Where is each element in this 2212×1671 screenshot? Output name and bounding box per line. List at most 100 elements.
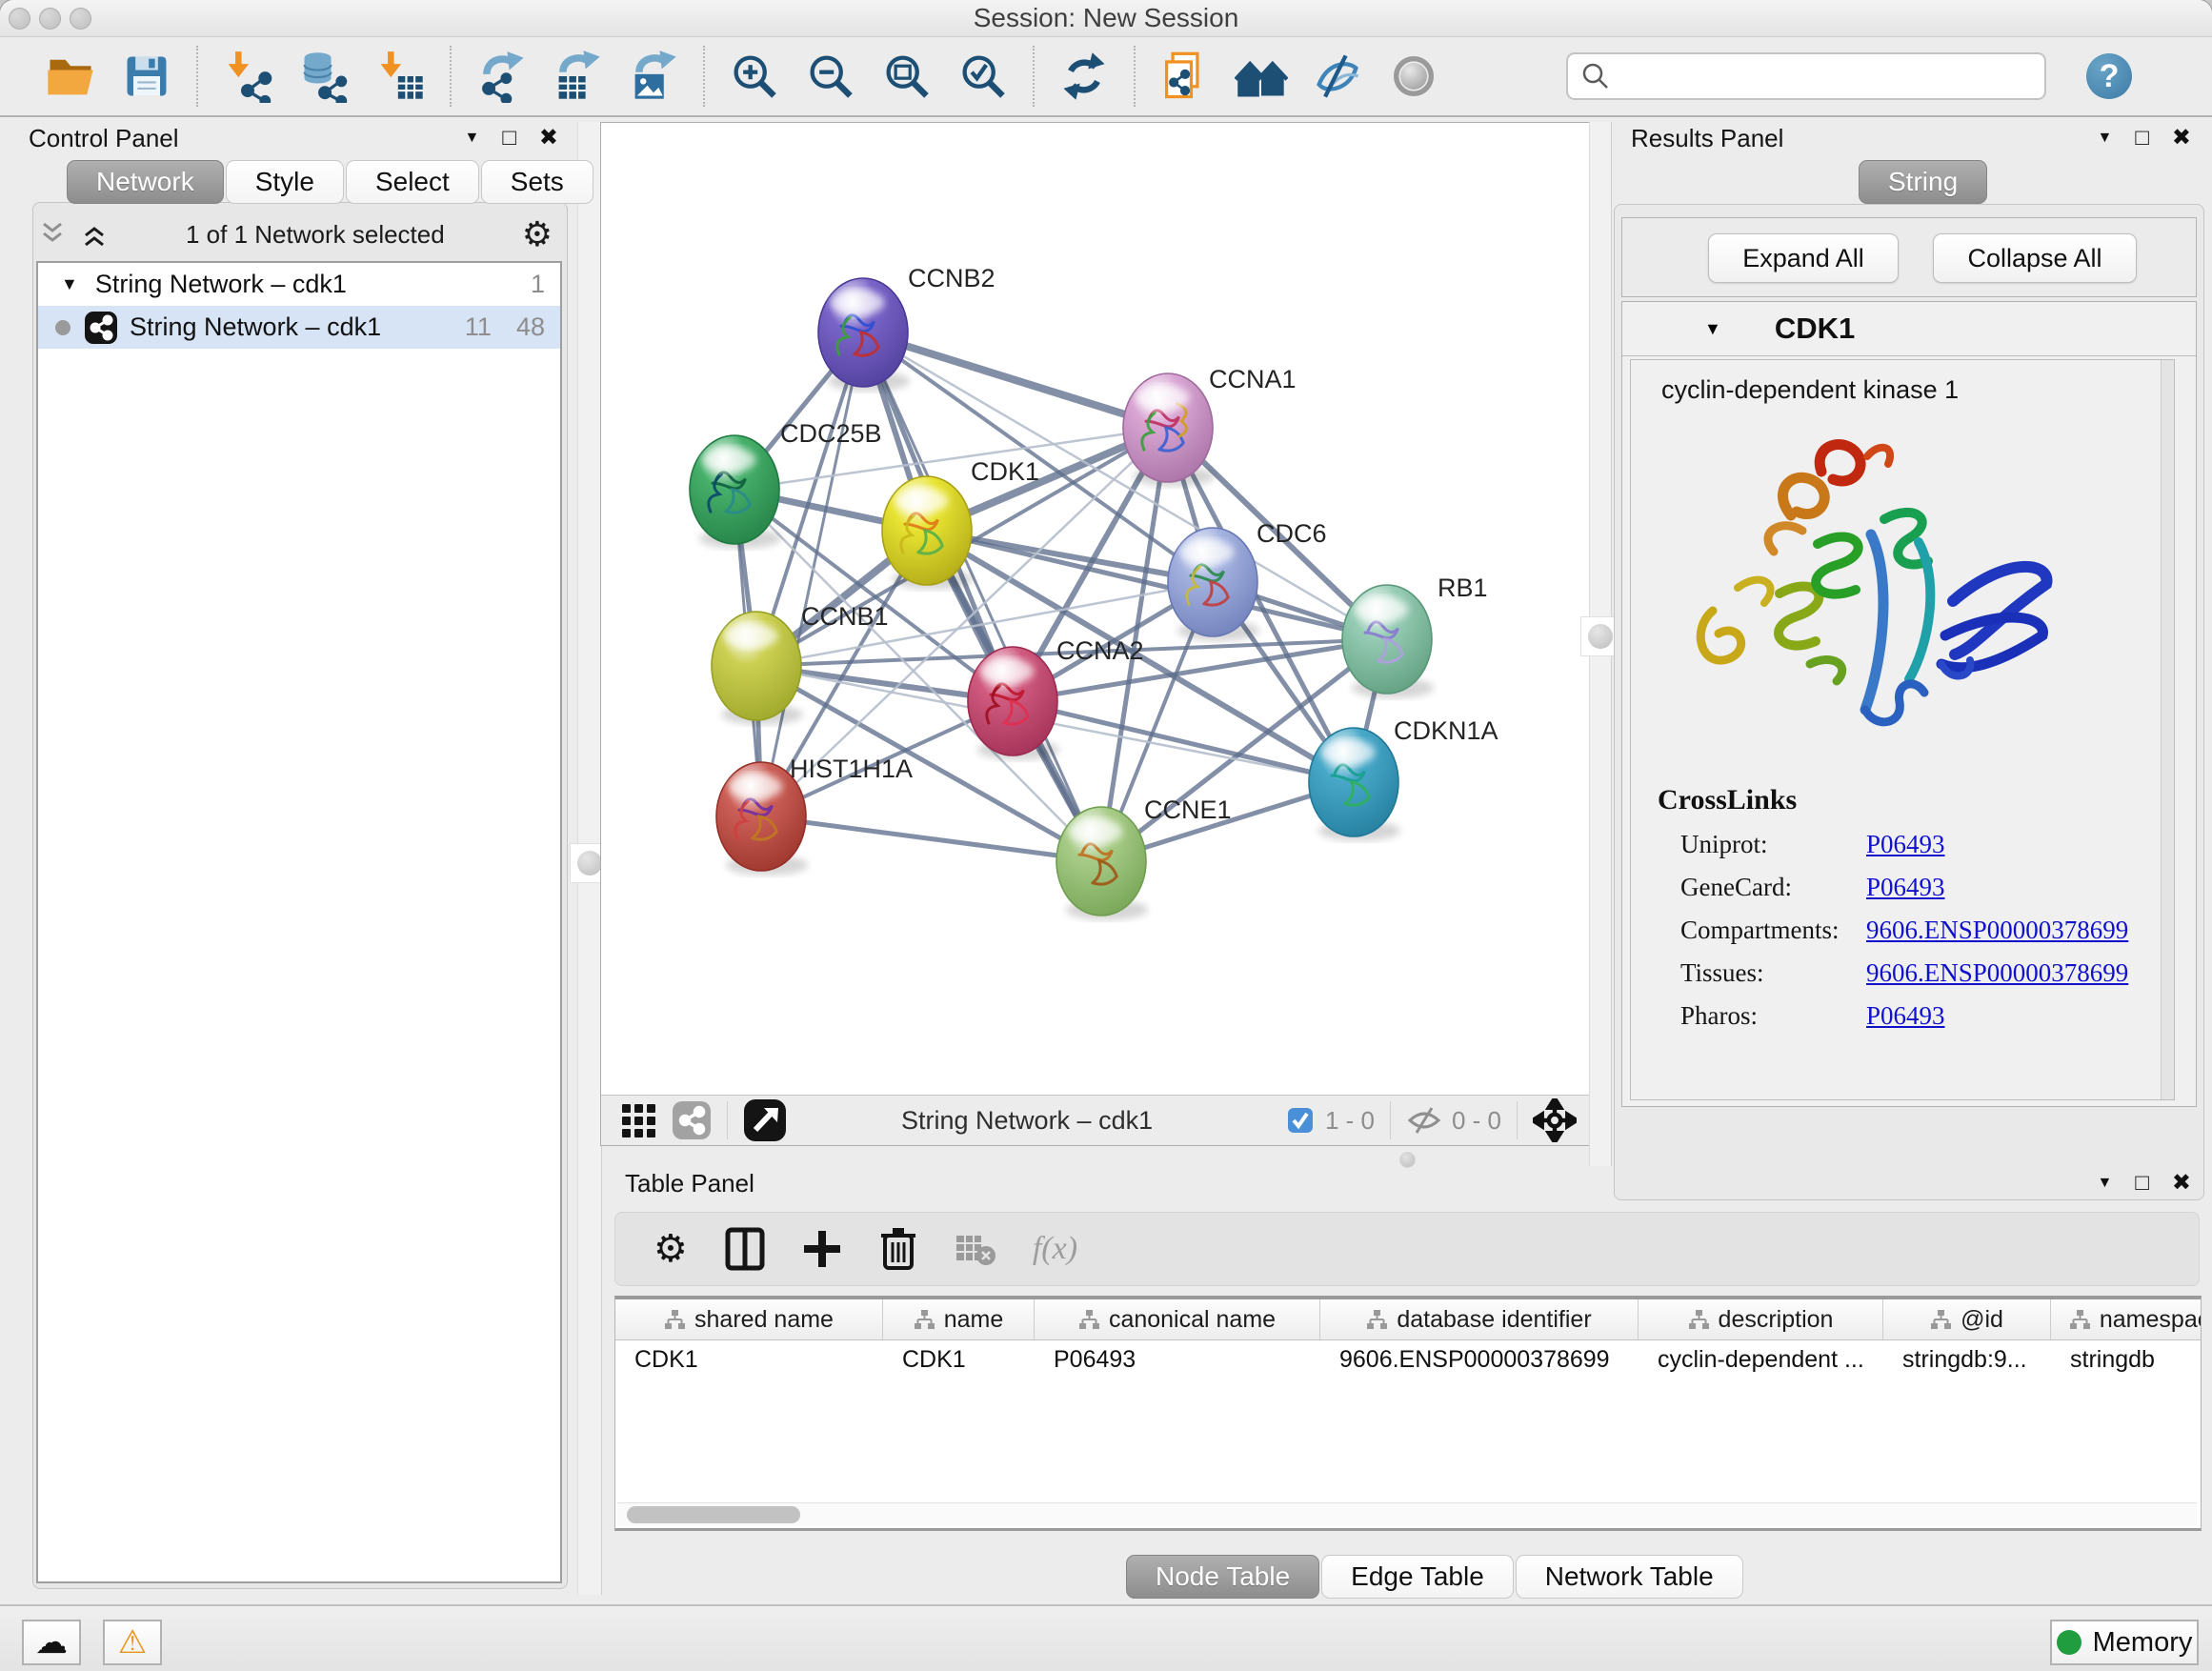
zoom-in-icon[interactable] [725, 47, 784, 106]
table-cell[interactable]: 9606.ENSP00000378699 [1320, 1346, 1639, 1374]
network-canvas[interactable]: CCNB2CCNA1CDC25BCDK1CDC6RB1CCNB1CCNA2CDK… [601, 123, 1588, 1093]
selected-checkbox-icon[interactable] [1287, 1107, 1314, 1134]
import-network-from-database-icon[interactable] [294, 47, 353, 106]
table-cell[interactable]: CDK1 [883, 1346, 1035, 1374]
panel-collapse-icon[interactable]: ▼ [2098, 1176, 2113, 1191]
expand-all-button[interactable]: Expand All [1708, 233, 1899, 283]
collapse-all-button[interactable]: Collapse All [1933, 233, 2137, 283]
zoom-out-icon[interactable] [801, 47, 860, 106]
results-tab-string[interactable]: String [1859, 160, 1987, 204]
tab-style[interactable]: Style [226, 160, 344, 204]
panel-float-icon[interactable]: □ [502, 127, 516, 150]
search-input[interactable] [1566, 52, 2046, 100]
column-header-@id[interactable]: @id [1883, 1299, 2051, 1339]
help-icon: ? [2100, 58, 2120, 95]
tab-node-table[interactable]: Node Table [1126, 1555, 1319, 1599]
save-session-icon[interactable] [117, 47, 176, 106]
column-header-shared-name[interactable]: shared name [615, 1299, 883, 1339]
panel-close-icon[interactable]: ✖ [2172, 1172, 2191, 1195]
collapse-all-icon[interactable] [38, 222, 67, 247]
panel-close-icon[interactable]: ✖ [2172, 127, 2191, 150]
entry-header[interactable]: ▼ CDK1 [1622, 302, 2196, 356]
tab-sets[interactable]: Sets [481, 160, 593, 204]
clone-network-icon[interactable] [1156, 47, 1215, 106]
column-header-canonical-name[interactable]: canonical name [1035, 1299, 1320, 1339]
table-header-row: shared namenamecanonical namedatabase id… [615, 1299, 2201, 1340]
tree-expand-icon[interactable]: ▼ [61, 274, 78, 294]
help-button[interactable]: ? [2086, 53, 2132, 99]
crosslink-link[interactable]: P06493 [1866, 1001, 1945, 1031]
memory-button[interactable]: Memory [2050, 1620, 2199, 1665]
network-view-title: String Network – cdk1 [901, 1106, 1153, 1136]
network-view-toolbar: String Network – cdk1 1 - 0 0 - 0 [601, 1095, 1590, 1145]
table-cell[interactable]: CDK1 [615, 1346, 883, 1374]
tab-edge-table[interactable]: Edge Table [1321, 1555, 1514, 1599]
network-current-dot [55, 320, 70, 335]
network-edge-count: 48 [516, 312, 545, 342]
create-column-icon[interactable] [802, 1229, 842, 1269]
grid-view-icon[interactable] [620, 1102, 658, 1138]
import-table-icon[interactable] [371, 47, 430, 106]
toggle-graphics-details-icon[interactable] [1308, 47, 1367, 106]
cloud-button[interactable]: ☁ [22, 1620, 81, 1665]
crosslink-link[interactable]: P06493 [1866, 873, 1945, 902]
panel-collapse-icon[interactable]: ▼ [2098, 131, 2113, 146]
zoom-selected-icon[interactable] [954, 47, 1013, 106]
export-network-icon[interactable] [472, 47, 531, 106]
export-table-icon[interactable] [548, 47, 607, 106]
network-row-selected[interactable]: String Network – cdk1 11 48 [38, 306, 560, 349]
table-cell[interactable]: cyclin-dependent ... [1639, 1346, 1883, 1374]
entry-collapse-icon[interactable]: ▼ [1704, 319, 1721, 339]
title-bar: Session: New Session [0, 0, 2212, 37]
crosslink-link[interactable]: 9606.ENSP00000378699 [1866, 958, 2128, 988]
tab-network[interactable]: Network [67, 160, 224, 204]
zoom-fit-icon[interactable] [877, 47, 936, 106]
table-hscrollbar-thumb[interactable] [627, 1506, 800, 1523]
panel-float-icon[interactable]: □ [2135, 127, 2149, 150]
column-header-database-identifier[interactable]: database identifier [1320, 1299, 1639, 1339]
crosslink-link[interactable]: P06493 [1866, 830, 1945, 859]
network-view-mode-icon[interactable] [672, 1100, 712, 1140]
panel-close-icon[interactable]: ✖ [539, 127, 558, 150]
table-cell[interactable]: stringdb [2051, 1346, 2202, 1374]
table-hscrollbar[interactable] [617, 1502, 2197, 1526]
export-image-icon[interactable] [624, 47, 683, 106]
pan-crosshair-icon[interactable] [1533, 1098, 1577, 1142]
panel-float-icon[interactable]: □ [2135, 1172, 2149, 1195]
selected-count: 1 - 0 [1325, 1106, 1375, 1136]
delete-column-icon[interactable] [878, 1226, 918, 1272]
right-splitter[interactable] [1589, 122, 1612, 1166]
crosslink-link[interactable]: 9606.ENSP00000378699 [1866, 916, 2128, 945]
left-splitter[interactable] [577, 122, 602, 1595]
tab-network-table[interactable]: Network Table [1516, 1555, 1743, 1599]
column-header-name[interactable]: name [883, 1299, 1035, 1339]
network-collection-row[interactable]: ▼ String Network – cdk1 1 [38, 263, 560, 306]
open-session-icon[interactable] [41, 47, 100, 106]
birdseye-view-icon[interactable] [1384, 47, 1443, 106]
network-list-toolbar: 1 of 1 Network selected ⚙ [38, 213, 560, 255]
home-networks-icon[interactable] [1232, 47, 1291, 106]
column-header-namespace[interactable]: namespace [2051, 1299, 2202, 1339]
tab-select[interactable]: Select [346, 160, 479, 204]
table-settings-gear-icon[interactable]: ⚙ [654, 1230, 688, 1268]
detach-view-icon[interactable] [743, 1098, 787, 1142]
table-row[interactable]: CDK1CDK1P064939606.ENSP00000378699cyclin… [615, 1340, 2201, 1379]
network-list-options-gear-icon[interactable]: ⚙ [522, 217, 553, 252]
refresh-layout-icon[interactable] [1055, 47, 1114, 106]
node-label: CCNE1 [1144, 795, 1232, 824]
warnings-button[interactable]: ⚠ [103, 1620, 162, 1665]
crosslink-label: Compartments: [1680, 916, 1866, 945]
table-cell[interactable]: P06493 [1035, 1346, 1320, 1374]
hidden-eye-icon [1406, 1105, 1442, 1136]
expand-all-icon[interactable] [80, 222, 109, 247]
import-network-icon[interactable] [218, 47, 277, 106]
panel-collapse-icon[interactable]: ▼ [465, 131, 480, 146]
results-scrollbar-track[interactable] [2161, 360, 2174, 1099]
node-label: CCNB1 [801, 602, 889, 631]
show-columns-icon[interactable] [724, 1226, 766, 1272]
crosslink-label: Pharos: [1680, 1001, 1866, 1031]
node-label: CDKN1A [1394, 716, 1498, 745]
table-cell[interactable]: stringdb:9... [1883, 1346, 2051, 1374]
network-collection-label: String Network – cdk1 [95, 270, 347, 299]
column-header-description[interactable]: description [1639, 1299, 1883, 1339]
